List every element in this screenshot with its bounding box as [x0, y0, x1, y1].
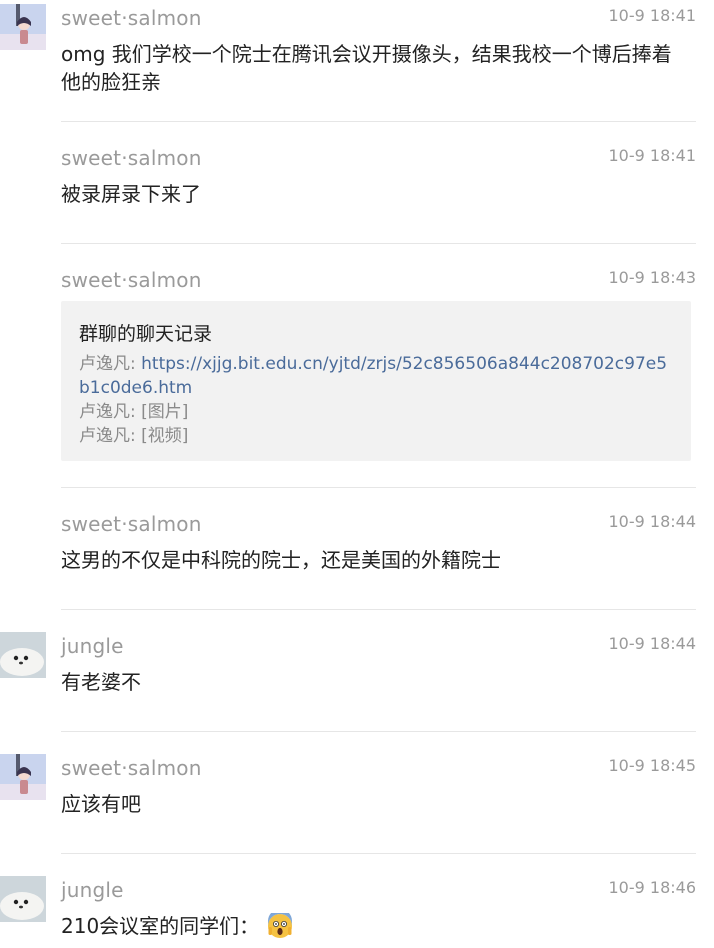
chat-record-link[interactable]: https://xjjg.bit.edu.cn/yjtd/zrjs/52c856…	[79, 354, 667, 398]
message-timestamp: 10-9 18:44	[608, 512, 696, 531]
message-item: sweet·salmon 10-9 18:44 这男的不仅是中科院的院士，还是美…	[0, 506, 714, 610]
message-timestamp: 10-9 18:45	[608, 756, 696, 775]
message-item: jungle 10-9 18:44 有老婆不	[0, 628, 714, 732]
message-item: jungle 10-9 18:46 210会议室的同学们：	[0, 872, 714, 948]
message-divider	[61, 487, 696, 488]
chat-record-line: 卢逸凡: [图片]	[79, 400, 674, 424]
message-item: sweet·salmon 10-9 18:41 被录屏录下来了	[0, 140, 714, 244]
message-text: 应该有吧	[61, 792, 141, 816]
chat-record-title: 群聊的聊天记录	[79, 323, 213, 345]
message-timestamp: 10-9 18:43	[608, 268, 696, 287]
chat-record-line: 卢逸凡: [视频]	[79, 424, 674, 448]
sender-name[interactable]: sweet·salmon	[61, 756, 202, 780]
message-text: 这男的不仅是中科院的院士，还是美国的外籍院士	[61, 548, 501, 572]
message-timestamp: 10-9 18:46	[608, 878, 696, 897]
message-text: 被录屏录下来了	[61, 182, 201, 206]
chat-record-line-name: 卢逸凡:	[79, 354, 136, 374]
message-divider	[61, 853, 696, 854]
sender-name[interactable]: sweet·salmon	[61, 6, 202, 30]
message-timestamp: 10-9 18:41	[608, 146, 696, 165]
avatar-jungle[interactable]	[0, 632, 46, 678]
chat-record-card[interactable]: 群聊的聊天记录 卢逸凡: https://xjjg.bit.edu.cn/yjt…	[61, 301, 691, 461]
message-text: 210会议室的同学们：	[61, 914, 260, 938]
avatar-sweet-salmon[interactable]	[0, 754, 46, 800]
message-text: omg 我们学校一个院士在腾讯会议开摄像头，结果我校一个博后捧着他的脸狂亲	[61, 42, 672, 94]
chat-record-line-name: 卢逸凡:	[79, 426, 136, 446]
sender-name[interactable]: sweet·salmon	[61, 512, 202, 536]
chat-record-line-content: [图片]	[141, 402, 189, 422]
chat-record-line-name: 卢逸凡:	[79, 402, 136, 422]
message-timestamp: 10-9 18:44	[608, 634, 696, 653]
message-item: sweet·salmon 10-9 18:41 omg 我们学校一个院士在腾讯会…	[0, 0, 714, 122]
sender-name[interactable]: sweet·salmon	[61, 268, 202, 292]
avatar-sweet-salmon[interactable]	[0, 4, 46, 50]
chat-record-line: 卢逸凡: https://xjjg.bit.edu.cn/yjtd/zrjs/5…	[79, 352, 674, 400]
avatar-jungle[interactable]	[0, 876, 46, 922]
message-item: sweet·salmon 10-9 18:43 群聊的聊天记录 卢逸凡: htt…	[0, 262, 714, 488]
message-divider	[61, 121, 696, 122]
anime-girl-avatar-icon	[0, 754, 46, 800]
sender-name[interactable]: sweet·salmon	[61, 146, 202, 170]
message-divider	[61, 243, 696, 244]
chat-record-preview: 卢逸凡: https://xjjg.bit.edu.cn/yjtd/zrjs/5…	[79, 352, 674, 448]
sender-name[interactable]: jungle	[61, 878, 124, 902]
message-timestamp: 10-9 18:41	[608, 6, 696, 25]
baby-seal-avatar-icon	[0, 876, 46, 922]
screaming-face-emoji-icon	[268, 913, 293, 938]
message-text: 有老婆不	[61, 670, 141, 694]
message-divider	[61, 609, 696, 610]
chat-message-list: sweet·salmon 10-9 18:41 omg 我们学校一个院士在腾讯会…	[0, 0, 714, 948]
message-divider	[61, 731, 696, 732]
sender-name[interactable]: jungle	[61, 634, 124, 658]
baby-seal-avatar-icon	[0, 632, 46, 678]
chat-record-line-content: [视频]	[141, 426, 189, 446]
message-text-row: 210会议室的同学们：	[61, 912, 681, 940]
anime-girl-avatar-icon	[0, 4, 46, 50]
message-item: sweet·salmon 10-9 18:45 应该有吧	[0, 750, 714, 854]
